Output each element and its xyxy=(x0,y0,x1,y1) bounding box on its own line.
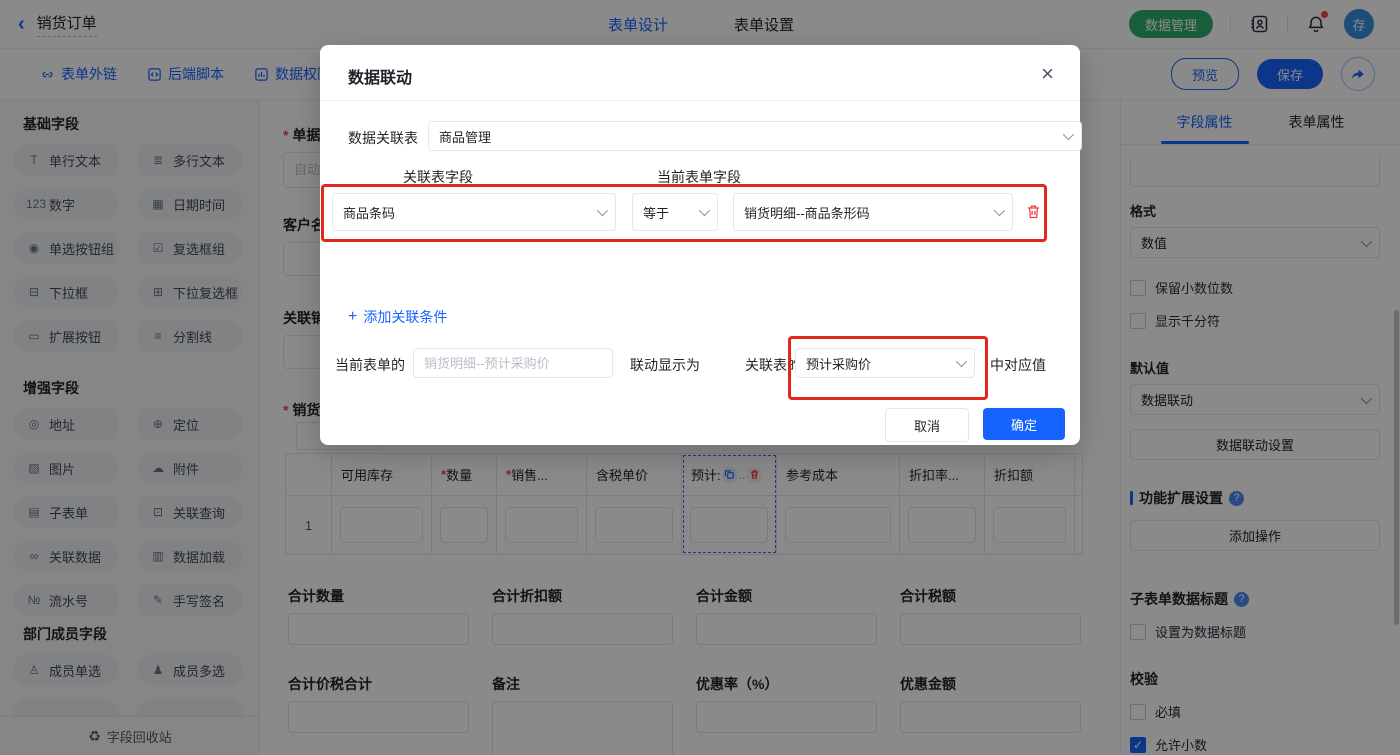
corresponding-value-label: 中对应值 xyxy=(990,355,1046,375)
add-condition-link[interactable]: + 添加关联条件 xyxy=(348,307,447,327)
column-label-current-field: 当前表单字段 xyxy=(657,167,741,187)
app: ‹ 销货订单 表单设计 表单设置 数据管理 存 表单外链 xyxy=(0,0,1400,755)
plus-icon: + xyxy=(348,309,357,325)
modal-header-divider xyxy=(320,100,1080,101)
condition-field-select[interactable]: 商品条码 xyxy=(332,193,616,231)
condition-target-select[interactable]: 销货明细--商品条形码 xyxy=(733,193,1013,231)
chevron-down-icon xyxy=(1063,129,1074,140)
chevron-down-icon xyxy=(956,356,967,367)
chevron-down-icon xyxy=(994,205,1005,216)
linked-table-select[interactable]: 商品管理 xyxy=(428,121,1082,151)
current-field-input[interactable] xyxy=(413,348,613,378)
related-field-select[interactable]: 预计采购价 xyxy=(795,348,975,378)
display-as-label: 联动显示为 xyxy=(630,355,700,375)
modal-title: 数据联动 xyxy=(348,64,412,88)
cancel-button[interactable]: 取消 xyxy=(885,408,969,442)
confirm-button[interactable]: 确定 xyxy=(983,408,1065,440)
current-form-label: 当前表单的 xyxy=(335,355,405,375)
chevron-down-icon xyxy=(699,205,710,216)
column-label-related-field: 关联表字段 xyxy=(403,167,473,187)
delete-condition-icon[interactable] xyxy=(1025,203,1042,225)
close-icon[interactable]: × xyxy=(1041,63,1054,85)
linked-table-label: 数据关联表 xyxy=(348,128,418,148)
chevron-down-icon xyxy=(597,205,608,216)
condition-operator-select[interactable]: 等于 xyxy=(632,193,718,231)
data-linkage-modal: 数据联动 × 数据关联表 商品管理 关联表字段 当前表单字段 商品条码 等于 销… xyxy=(320,45,1080,445)
related-table-label: 关联表的 xyxy=(745,355,801,375)
